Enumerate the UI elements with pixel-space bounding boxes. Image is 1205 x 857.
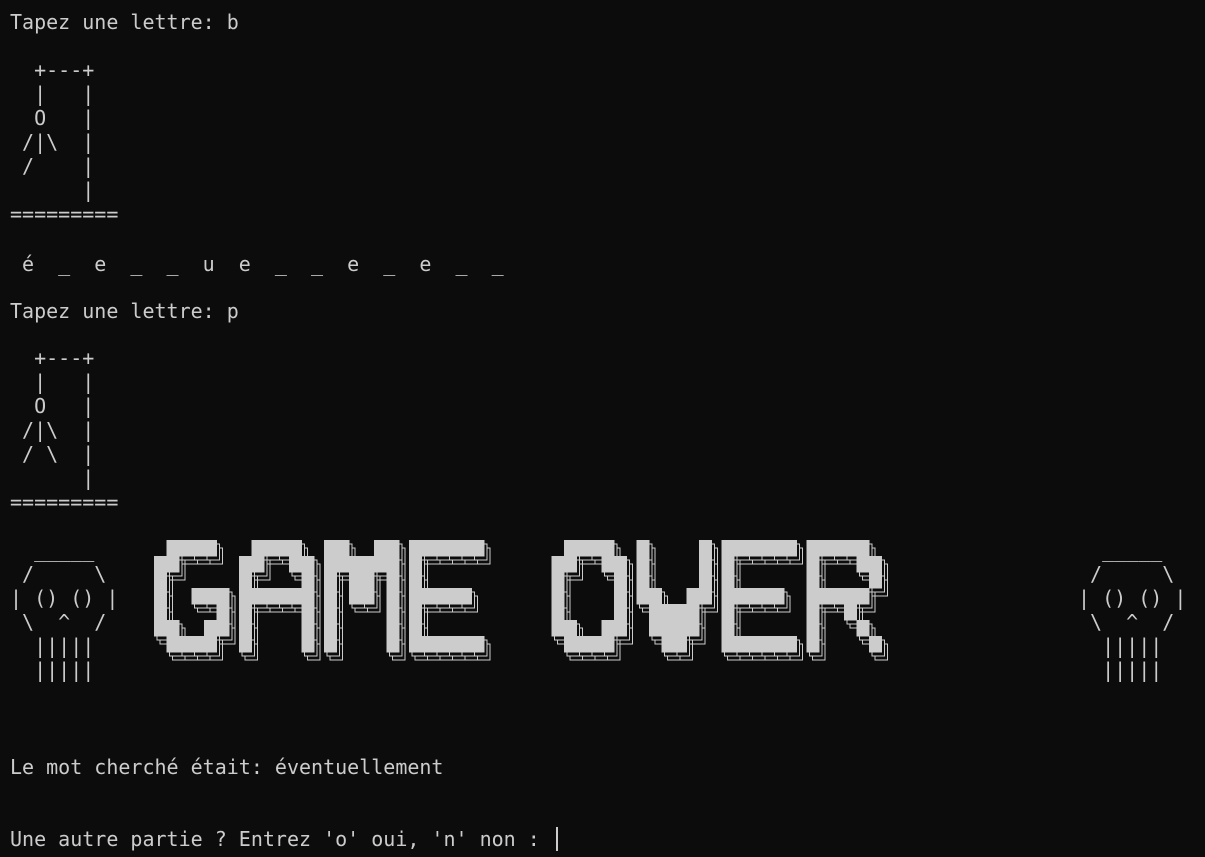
skull-left-icon: _____ / \ | () () | \ ^ / ||||| ||||| <box>10 538 119 682</box>
replay-prompt-line[interactable]: Une autre partie ? Entrez 'o' oui, 'n' n… <box>10 827 558 851</box>
word-progress: é _ e _ _ u e _ _ e _ e _ _ <box>10 252 504 276</box>
skull-right-icon: _____ / \ | () () | \ ^ / ||||| ||||| <box>1078 538 1187 682</box>
prompt-letter-b: Tapez une lettre: b <box>10 10 239 34</box>
banner-letter-o <box>551 540 633 661</box>
replay-prompt: Une autre partie ? Entrez 'o' oui, 'n' n… <box>10 827 552 851</box>
banner-letter-g <box>154 540 236 661</box>
banner-letter-v <box>636 540 718 661</box>
hangman-gallows-stage-1: +---+ | | O | /|\ | / | | ========= <box>10 58 119 226</box>
banner-letter-e <box>409 540 491 661</box>
game-over-banner <box>154 540 888 661</box>
banner-letter-e <box>721 540 803 661</box>
banner-letter-m <box>324 540 406 661</box>
banner-letter-r <box>806 540 888 661</box>
prompt-letter-p: Tapez une lettre: p <box>10 299 239 323</box>
hangman-gallows-stage-2: +---+ | | O | /|\ | / \ | | ========= <box>10 346 119 514</box>
text-cursor <box>555 827 558 851</box>
answer-reveal: Le mot cherché était: éventuellement <box>10 755 444 779</box>
banner-letter-a <box>239 540 321 661</box>
